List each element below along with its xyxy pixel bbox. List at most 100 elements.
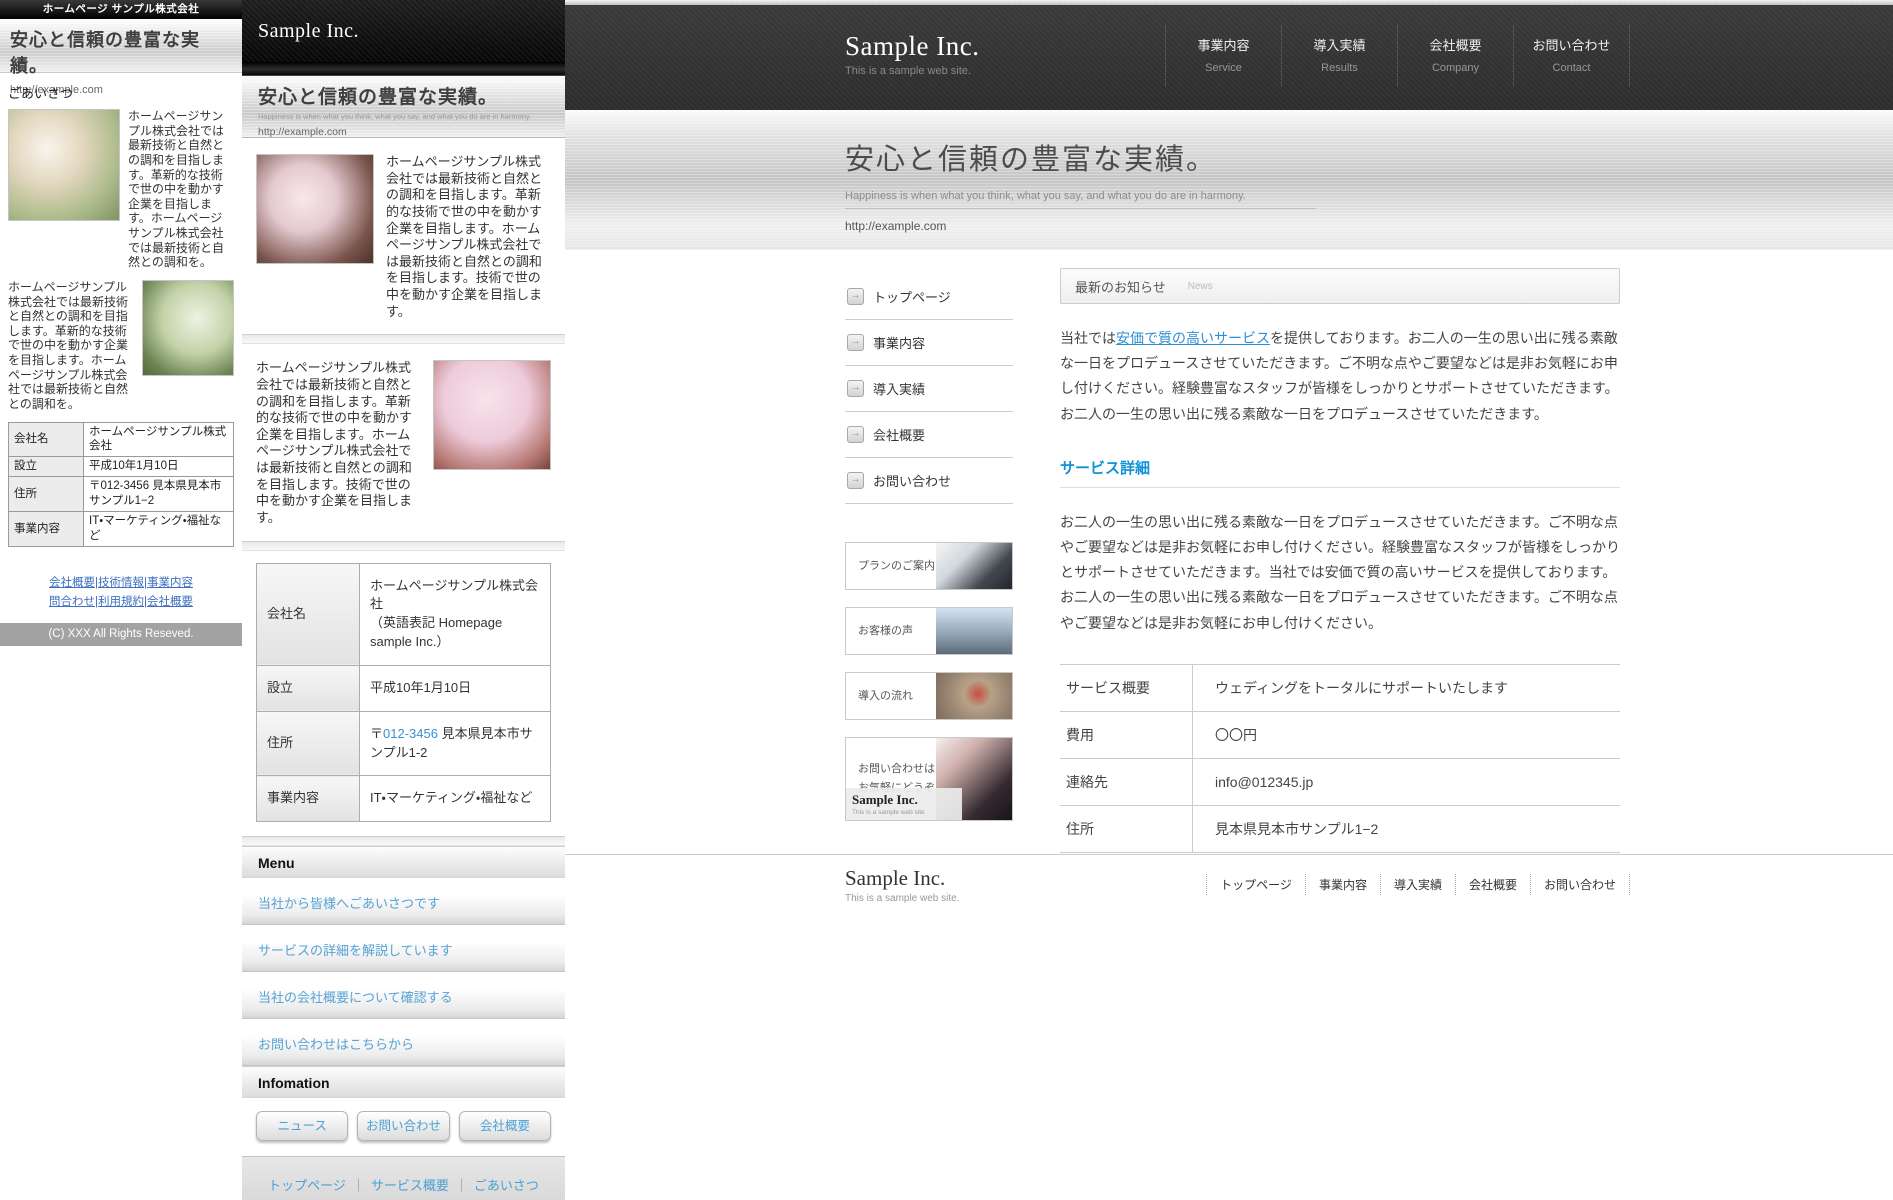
news-title-en: News [1188,281,1213,292]
leaf-woman-photo [142,280,234,376]
tablet-menu-item-contact[interactable]: お問い合わせはこちらから [242,1019,565,1066]
footer-link-terms[interactable]: 利用規約 [98,596,144,608]
footer-link-business[interactable]: 事業内容 [147,577,193,589]
sidebar-item-label: 会社概要 [873,425,925,444]
footer-link-contact[interactable]: 問合わせ [49,596,95,608]
footer-nav-top[interactable]: トップページ [1206,874,1305,895]
tablet-hero-url: http://example.com [258,126,565,138]
service-paragraph: お二人の一生の思い出に残る素敵な一日をプロデュースさせていただきます。ご不明な点… [1060,510,1620,636]
nav-label-jp: 会社概要 [1398,35,1513,54]
banner-contact[interactable]: お問い合わせは お気軽にどうぞ Sample Inc. This is a sa… [845,737,1013,821]
section-divider [242,836,565,846]
banner-logo-sub: This is a sample web site [852,809,956,816]
link-separator: ｜ [455,1178,468,1193]
footer-link-tech[interactable]: 技術情報 [98,577,144,589]
row-value: 平成10年1月10日 [84,457,234,477]
footer-logo: Sample Inc. [845,866,960,891]
row-value: ウェディングをトータルにサポートいたします [1193,664,1621,711]
nav-item-service[interactable]: 事業内容 Service [1165,25,1281,86]
footer-nav-company[interactable]: 会社概要 [1455,874,1530,895]
news-button[interactable]: ニュース [256,1111,348,1141]
company-name-en: （英語表記 Homepage sample Inc.） [370,614,540,652]
row-value: info@012345.jp [1193,758,1621,805]
arrow-icon: → [847,288,864,305]
mobile-site-title: ホームページ サンプル株式会社 [43,3,200,15]
mobile-company-table: 会社名 ホームページサンプル株式会社 設立 平成10年1月10日 住所 〒012… [8,422,234,548]
tablet-hero-title: 安心と信頼の豊富な実績。 [258,82,565,109]
desktop-view: Sample Inc. This is a sample web site. 事… [565,0,1893,912]
banner-voice[interactable]: お客様の声 [845,607,1013,655]
businessmen-photo [936,543,1012,589]
footer-link-greeting[interactable]: ごあいさつ [474,1178,539,1193]
tablet-menu-item-company[interactable]: 当社の会社概要について確認する [242,972,565,1019]
table-row: 事業内容 IT・マーケティング・福祉など [9,512,234,547]
menu-link-label: 当社から皆様へごあいさつです [258,896,440,911]
sidebar-item-top[interactable]: → トップページ [845,274,1013,320]
sidebar-item-service[interactable]: → 事業内容 [845,320,1013,366]
zip-code-link[interactable]: 012-3456 [383,726,438,741]
row-value: 〒012-3456 見本県見本市サンプル1-2 [360,711,551,776]
sidebar-item-results[interactable]: → 導入実績 [845,366,1013,412]
arrow-icon: → [847,426,864,443]
row-label: 会社名 [257,563,360,665]
banner-label-line1: お問い合わせは [858,763,935,775]
tablet-logo: Sample Inc. [258,20,359,42]
desktop-footer: Sample Inc. This is a sample web site. ト… [565,854,1893,911]
tablet-intro-block-1: ホームページサンプル株式会社では最新技術と自然との調和を目指します。革新的な技術… [242,138,565,334]
nav-item-results[interactable]: 導入実績 Results [1281,25,1397,86]
banner-label: 導入の流れ [846,687,913,706]
mobile-copyright-bar: (C) XXX All Rights Reseved. [0,623,242,646]
nav-item-company[interactable]: 会社概要 Company [1397,25,1513,86]
link-separator: ｜ [352,1178,365,1193]
tablet-menu-item-service[interactable]: サービスの詳細を解説しています [242,925,565,972]
footer-link-top[interactable]: トップページ [268,1178,346,1193]
row-label: 住所 [1060,805,1193,852]
tablet-hero-subtitle: Happiness is when what you think, what y… [258,112,565,121]
banner-flow[interactable]: 導入の流れ [845,672,1013,720]
desktop-content: 最新のお知らせ News 当社では安価で質の高いサービスを提供しております。お二… [1060,250,1620,853]
row-label: 会社名 [9,422,84,457]
zip-mark: 〒 [370,726,383,741]
company-name-jp: ホームページサンプル株式会社 [370,577,540,615]
sidebar-item-contact[interactable]: → お問い合わせ [845,458,1013,504]
mobile-footer-links-row2: 問合わせ|利用規約|会社概要 [0,593,242,612]
service-inline-link[interactable]: 安価で質の高いサービス [1116,330,1270,346]
banner-logo: Sample Inc. [852,792,918,807]
desktop-logo-block: Sample Inc. This is a sample web site. [845,5,979,86]
desktop-hero-title: 安心と信頼の豊富な実績。 [845,136,1630,178]
tablet-menu-item-greeting[interactable]: 当社から皆様へごあいさつです [242,878,565,925]
footer-link-company2[interactable]: 会社概要 [147,596,193,608]
footer-link-service[interactable]: サービス概要 [371,1178,449,1193]
footer-nav-service[interactable]: 事業内容 [1305,874,1380,895]
footer-nav-contact[interactable]: お問い合わせ [1530,874,1630,895]
tablet-company-table: 会社名 ホームページサンプル株式会社 （英語表記 Homepage sample… [256,563,551,823]
sidebar-item-label: 導入実績 [873,379,925,398]
row-label: 設立 [257,665,360,711]
sidebar-item-label: トップページ [873,287,951,306]
sidebar-item-company[interactable]: → 会社概要 [845,412,1013,458]
news-title: 最新のお知らせ [1075,277,1166,296]
footer-tagline: This is a sample web site. [845,893,960,904]
desktop-tagline: This is a sample web site. [845,65,979,77]
table-row: 会社名 ホームページサンプル株式会社 [9,422,234,457]
mobile-view: ホームページ サンプル株式会社 安心と信頼の豊富な実績。 http://exam… [0,0,242,646]
banner-logo-strip: Sample Inc. This is a sample web site [846,788,962,820]
nav-item-contact[interactable]: お問い合わせ Contact [1513,25,1630,86]
tablet-paragraph-2: ホームページサンプル株式会社では最新技術と自然との調和を目指します。革新的な技術… [256,360,421,526]
row-value: IT・マーケティング・福祉など [84,512,234,547]
tablet-view: Sample Inc. 安心と信頼の豊富な実績。 Happiness is wh… [242,0,565,1200]
arrow-icon: → [847,380,864,397]
footer-nav-results[interactable]: 導入実績 [1380,874,1455,895]
footer-link-company[interactable]: 会社概要 [49,577,95,589]
nav-label-jp: 事業内容 [1166,35,1281,54]
company-button[interactable]: 会社概要 [459,1111,551,1141]
table-row: 事業内容 IT・マーケティング・福祉など [257,776,551,822]
portrait-photo [256,154,374,264]
mobile-greeting-heading: ごあいさつ [8,83,234,102]
service-table: サービス概要 ウェディングをトータルにサポートいたします 費用 〇〇円 連絡先 … [1060,664,1620,853]
contact-button[interactable]: お問い合わせ [357,1111,449,1141]
banner-plan[interactable]: プランのご案内 [845,542,1013,590]
mobile-hero: 安心と信頼の豊富な実績。 http://example.com [0,19,242,73]
footer-nav: トップページ 事業内容 導入実績 会社概要 お問い合わせ [1206,874,1630,895]
table-row: 住所 〒012-3456 見本県見本市サンプル1-2 [257,711,551,776]
